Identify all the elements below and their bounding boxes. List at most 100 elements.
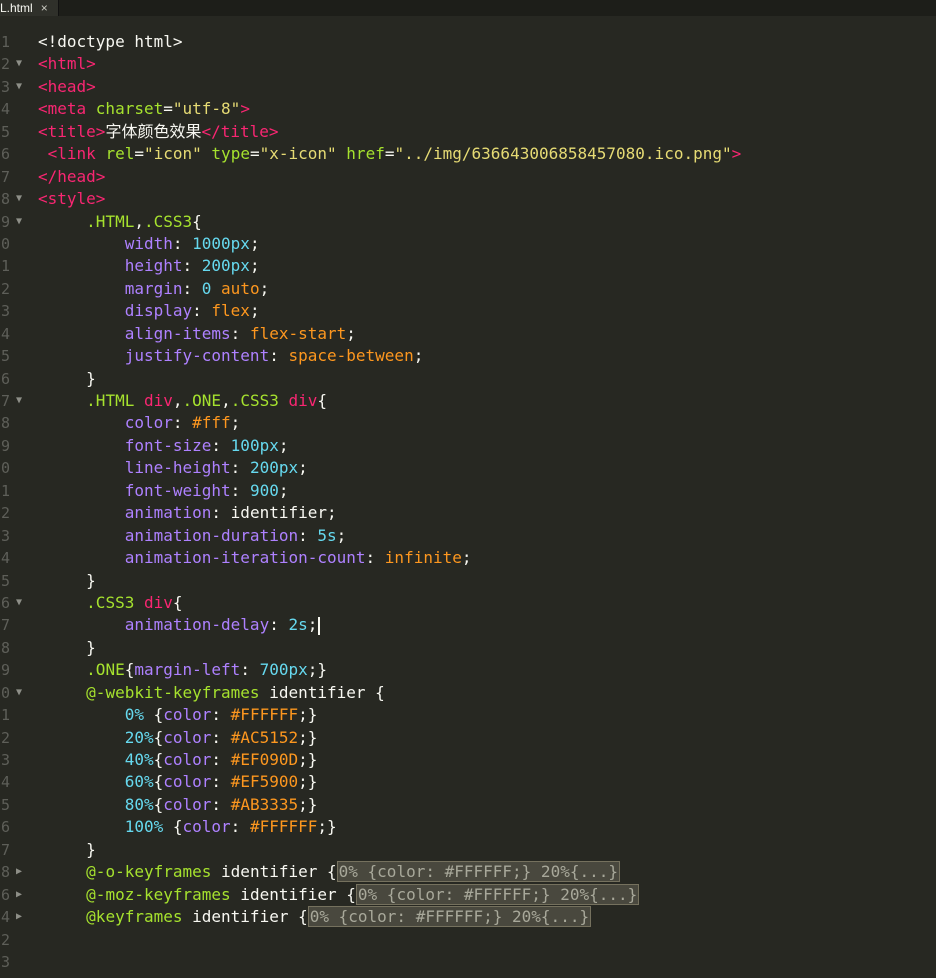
line-number: 6	[0, 593, 10, 612]
fold-collapse-icon[interactable]: ▼	[16, 76, 22, 98]
gutter-row: 4	[0, 98, 36, 120]
code-line[interactable]: animation-iteration-count: infinite;	[38, 547, 936, 569]
code-token: #AC5152	[230, 727, 299, 747]
tab-file[interactable]: L.html ×	[0, 0, 59, 16]
code-token: <html>	[38, 54, 96, 74]
code-token: ;}	[298, 772, 318, 792]
code-line[interactable]: 0% {color: #FFFFFF;}	[38, 704, 936, 726]
gutter-row: 7 ▼	[0, 390, 36, 412]
fold-collapse-icon[interactable]: ▼	[16, 53, 22, 75]
code-line[interactable]: }	[38, 368, 936, 390]
code-line[interactable]: 20%{color: #AC5152;}	[38, 727, 936, 749]
code-token: :	[211, 727, 231, 747]
code-line[interactable]: @-webkit-keyframes identifier {	[38, 682, 936, 704]
code-line[interactable]: justify-content: space-between;	[38, 345, 936, 367]
fold-collapse-icon[interactable]: ▼	[16, 188, 22, 210]
code-token: identifier {	[230, 884, 356, 904]
gutter-row: 5	[0, 570, 36, 592]
folded-region[interactable]: 0% {color: #FFFFFF;} 20%{...}	[336, 861, 620, 883]
code-line[interactable]: <html>	[38, 53, 936, 75]
code-line[interactable]: @keyframes identifier {0% {color: #FFFFF…	[38, 906, 936, 928]
code-line[interactable]: 60%{color: #EF5900;}	[38, 771, 936, 793]
code-line[interactable]: <title>字体颜色效果</title>	[38, 121, 936, 143]
code-line[interactable]: }	[38, 637, 936, 659]
code-line[interactable]: .CSS3 div{	[38, 592, 936, 614]
code-token: align-items	[124, 323, 231, 343]
code-line[interactable]: width: 1000px;	[38, 233, 936, 255]
line-number: 0	[0, 234, 10, 253]
code-token: ;}	[298, 794, 318, 814]
code-line[interactable]: .ONE{margin-left: 700px;}	[38, 659, 936, 681]
code-line[interactable]: 80%{color: #AB3335;}	[38, 794, 936, 816]
code-line[interactable]: height: 200px;	[38, 255, 936, 277]
code-line[interactable]: animation-duration: 5s;	[38, 525, 936, 547]
code-line[interactable]: }	[38, 839, 936, 861]
gutter-row: 9	[0, 659, 36, 681]
code-line[interactable]: font-weight: 900;	[38, 480, 936, 502]
folded-region[interactable]: 0% {color: #FFFFFF;} 20%{...}	[355, 883, 640, 905]
gutter-row: 9	[0, 435, 36, 457]
code-token: 60%	[124, 772, 154, 792]
code-line[interactable]	[38, 951, 936, 973]
code-token: 40%	[124, 750, 154, 769]
code-token: :	[172, 233, 193, 253]
code-line[interactable]: @-o-keyframes identifier {0% {color: #FF…	[38, 861, 936, 883]
code-line[interactable]: animation: identifier;	[38, 502, 936, 524]
line-number: 9	[0, 661, 10, 680]
code-token: : identifier;	[211, 503, 337, 523]
close-icon[interactable]: ×	[41, 0, 48, 16]
code-line[interactable]: display: flex;	[38, 300, 936, 322]
code-line[interactable]: 100% {color: #FFFFFF;}	[38, 816, 936, 838]
gutter-row: 6 ▼	[0, 592, 36, 614]
code-line[interactable]: animation-delay: 2s;	[38, 614, 936, 636]
code-token: =	[249, 144, 260, 164]
code-token: >	[731, 144, 742, 164]
line-number: 3	[0, 952, 10, 971]
fold-collapse-icon[interactable]: ▼	[16, 211, 22, 233]
folded-region[interactable]: 0% {color: #FFFFFF;} 20%{...}	[307, 906, 592, 928]
gutter-row: 4	[0, 771, 36, 793]
code-token: :	[211, 705, 231, 725]
code-line[interactable]: <meta charset="utf-8">	[38, 98, 936, 120]
gutter-row: 1	[0, 480, 36, 502]
fold-collapse-icon[interactable]: ▼	[16, 592, 22, 614]
line-number: 5	[0, 122, 10, 141]
code-line[interactable]: line-height: 200px;	[38, 457, 936, 479]
code-line[interactable]: 40%{color: #EF090D;}	[38, 749, 936, 771]
code-line[interactable]: align-items: flex-start;	[38, 323, 936, 345]
code-line[interactable]: margin: 0 auto;	[38, 278, 936, 300]
code-line[interactable]: <link rel="icon" type="x-icon" href="../…	[38, 143, 936, 165]
code-line[interactable]: .HTML div,.ONE,.CSS3 div{	[38, 390, 936, 412]
code-editor[interactable]: 1 2 ▼ 3 ▼ 4 5 6 7 8 ▼ 9 ▼ 0 1 2 3 4 5 6 7 ▼ 8 9 0 1 2 3 4 5 6 ▼ 7 8 9 0 ▼ 1 2 3…	[0, 16, 936, 978]
code-line[interactable]: .HTML,.CSS3{	[38, 211, 936, 233]
fold-collapse-icon[interactable]: ▼	[16, 390, 22, 412]
code-line[interactable]	[38, 929, 936, 951]
fold-expand-icon[interactable]: ▶	[16, 861, 22, 883]
code-line[interactable]: }	[38, 570, 936, 592]
fold-expand-icon[interactable]: ▶	[16, 906, 22, 928]
code-line[interactable]: color: #fff;	[38, 412, 936, 434]
fold-collapse-icon[interactable]: ▼	[16, 682, 22, 704]
code-line[interactable]: <!doctype html>	[38, 31, 936, 53]
code-token: ,	[134, 211, 144, 231]
code-token: :	[230, 480, 250, 500]
code-token: flex-start	[249, 323, 347, 343]
line-number: 9	[0, 436, 10, 455]
code-line[interactable]: font-size: 100px;	[38, 435, 936, 457]
code-area[interactable]: <!doctype html> <html> <head> <meta charset…	[38, 31, 936, 973]
code-line[interactable]: </head>	[38, 166, 936, 188]
code-line[interactable]: <style>	[38, 188, 936, 210]
line-number-gutter: 1 2 ▼ 3 ▼ 4 5 6 7 8 ▼ 9 ▼ 0 1 2 3 4 5 6 7 ▼ 8 9 0 1 2 3 4 5 6 ▼ 7 8 9 0 ▼ 1 2 3…	[0, 31, 36, 973]
code-token: ;	[249, 233, 260, 253]
line-number: 2	[0, 55, 10, 74]
code-token: 1000px	[192, 233, 250, 253]
code-line[interactable]: @-moz-keyframes identifier {0% {color: #…	[38, 883, 936, 906]
code-token: color	[163, 794, 212, 814]
code-line[interactable]: <head>	[38, 76, 936, 98]
fold-expand-icon[interactable]: ▶	[16, 884, 22, 906]
code-token: ;	[461, 548, 472, 568]
